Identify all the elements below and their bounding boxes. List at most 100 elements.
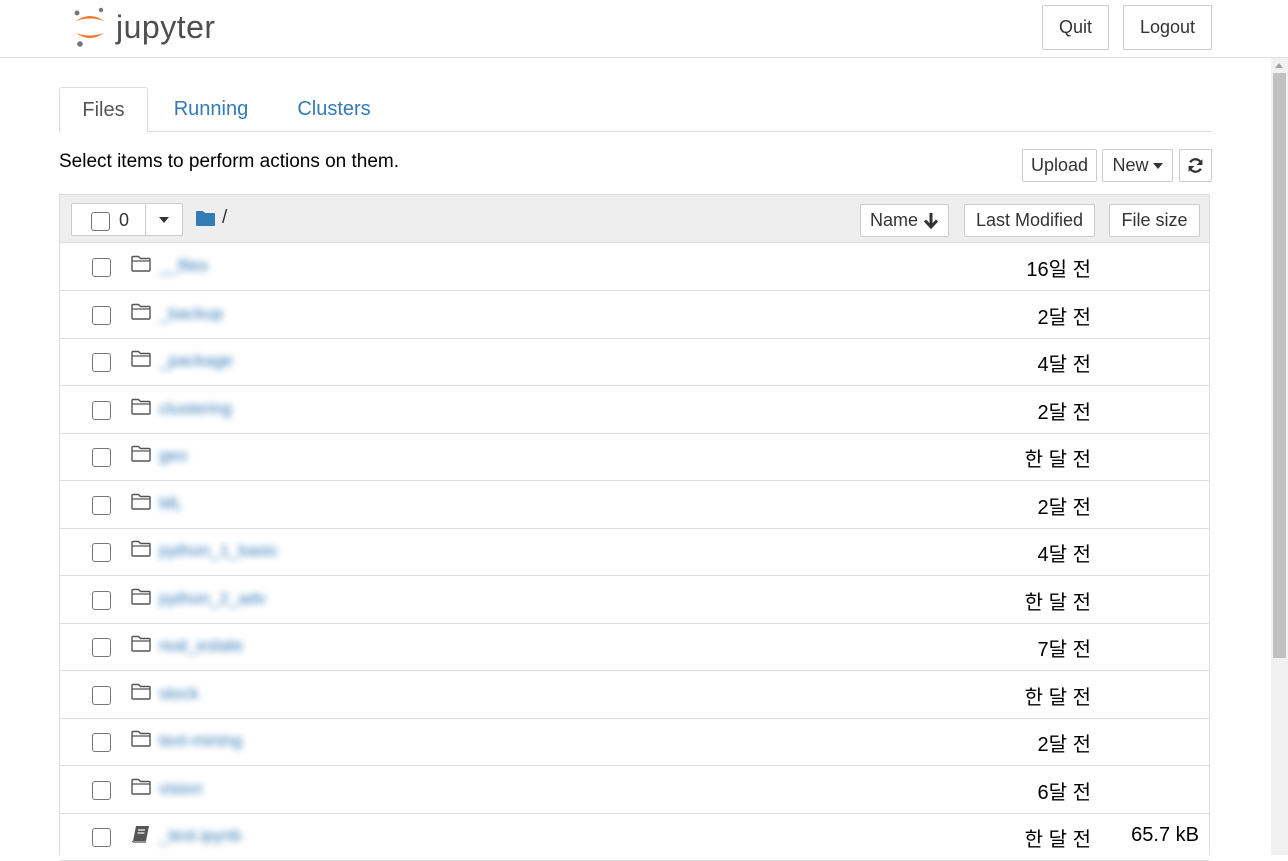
- row-checkbox[interactable]: [92, 828, 111, 847]
- vertical-scrollbar[interactable]: [1271, 58, 1288, 855]
- item-name-link[interactable]: clustering: [159, 399, 232, 419]
- list-item[interactable]: clustering 2달 전: [60, 386, 1209, 434]
- item-last-modified: 한 달 전: [1024, 829, 1091, 851]
- item-name-link[interactable]: geo: [159, 446, 187, 466]
- upload-button[interactable]: Upload: [1022, 149, 1097, 182]
- sort-name-label: Name: [869, 210, 918, 230]
- logout-button[interactable]: Logout: [1123, 5, 1212, 50]
- file-list: 0 / Name Last Modified File size __files…: [59, 194, 1210, 861]
- list-item[interactable]: python_1_basic 4달 전: [60, 528, 1209, 576]
- item-last-modified: 한 달 전: [1024, 449, 1091, 471]
- folder-icon: [131, 778, 151, 800]
- list-item[interactable]: geo 한 달 전: [60, 433, 1209, 481]
- new-button[interactable]: New: [1102, 149, 1173, 182]
- item-name-link[interactable]: python_1_basic: [159, 541, 278, 561]
- row-checkbox[interactable]: [92, 258, 111, 277]
- row-checkbox[interactable]: [92, 780, 111, 800]
- list-item[interactable]: stock 한 달 전: [60, 671, 1209, 719]
- item-name-link[interactable]: python_2_adv: [159, 589, 266, 609]
- tab-bar: Files Running Clusters: [59, 87, 1212, 133]
- selected-count: 0: [119, 210, 130, 230]
- tab-files[interactable]: Files: [59, 87, 148, 133]
- row-checkbox[interactable]: [92, 305, 111, 325]
- new-button-label: New: [1112, 155, 1149, 175]
- list-item[interactable]: _package 4달 전: [60, 338, 1209, 386]
- row-checkbox[interactable]: [92, 400, 111, 420]
- file-list-header: 0 / Name Last Modified File size: [60, 195, 1209, 243]
- refresh-button[interactable]: [1179, 149, 1212, 182]
- chevron-down-icon: [159, 217, 169, 223]
- row-checkbox[interactable]: [92, 733, 111, 752]
- folder-icon: [131, 540, 151, 562]
- item-name-link[interactable]: __files: [159, 256, 208, 276]
- sort-by-size-button[interactable]: File size: [1109, 204, 1200, 237]
- list-item[interactable]: vision 6달 전: [60, 766, 1209, 814]
- item-name-link[interactable]: text-mining: [159, 731, 242, 751]
- item-last-modified: 2달 전: [1037, 306, 1091, 329]
- list-item[interactable]: _backup 2달 전: [60, 291, 1209, 339]
- item-last-modified: 16일 전: [1026, 259, 1091, 281]
- tab-clusters[interactable]: Clusters: [285, 87, 383, 132]
- folder-icon: [131, 730, 151, 752]
- sort-by-modified-button[interactable]: Last Modified: [964, 204, 1095, 237]
- jupyter-logo[interactable]: jupyter: [72, 4, 216, 50]
- folder-icon: [131, 493, 151, 515]
- list-item[interactable]: __files 16일 전: [60, 243, 1209, 291]
- item-name-link[interactable]: stock: [159, 684, 199, 704]
- item-last-modified: 4달 전: [1037, 354, 1091, 376]
- item-name-link[interactable]: ML: [159, 494, 183, 514]
- item-last-modified: 7달 전: [1037, 639, 1091, 661]
- list-item[interactable]: real_estate 7달 전: [60, 623, 1209, 671]
- item-file-size: 65.7 kB: [1131, 824, 1199, 846]
- item-name-link[interactable]: vision: [159, 779, 202, 799]
- item-name-link[interactable]: _package: [159, 351, 233, 371]
- row-checkbox[interactable]: [92, 353, 111, 372]
- list-item[interactable]: _test.ipynb 한 달 전 65.7 kB: [60, 813, 1209, 861]
- refresh-icon: [1188, 158, 1203, 173]
- list-item[interactable]: python_2_adv 한 달 전: [60, 576, 1209, 624]
- jupyter-logo-icon: [74, 7, 104, 47]
- row-checkbox[interactable]: [92, 448, 111, 467]
- caret-down-icon: [1152, 162, 1163, 169]
- row-checkbox[interactable]: [92, 495, 111, 515]
- select-all-checkbox[interactable]: [91, 212, 110, 231]
- breadcrumb-root[interactable]: /: [222, 207, 227, 229]
- item-last-modified: 2달 전: [1037, 401, 1091, 424]
- item-name-link[interactable]: real_estate: [159, 636, 243, 656]
- tab-running[interactable]: Running: [163, 87, 259, 132]
- top-header: jupyter Quit Logout: [0, 0, 1288, 58]
- list-item[interactable]: text-mining 2달 전: [60, 718, 1209, 766]
- scroll-up-arrow-icon[interactable]: [1275, 63, 1283, 68]
- folder-icon: [131, 303, 151, 325]
- item-last-modified: 한 달 전: [1024, 686, 1091, 709]
- select-all-control: 0: [71, 203, 183, 236]
- row-checkbox[interactable]: [92, 638, 111, 657]
- item-last-modified: 한 달 전: [1024, 591, 1091, 614]
- folder-icon: [131, 255, 151, 277]
- breadcrumb: /: [196, 207, 227, 229]
- instructions-text: Select items to perform actions on them.: [59, 151, 400, 172]
- item-last-modified: 2달 전: [1037, 496, 1091, 519]
- folder-icon: [131, 588, 151, 610]
- row-checkbox[interactable]: [92, 543, 111, 562]
- scrollbar-thumb[interactable]: [1273, 73, 1286, 658]
- folder-icon: [131, 445, 151, 467]
- notebook-icon: [131, 825, 151, 848]
- folder-icon: [131, 398, 151, 420]
- row-checkbox[interactable]: [92, 685, 111, 705]
- folder-icon: [131, 635, 151, 657]
- item-name-link[interactable]: _test.ipynb: [159, 826, 241, 846]
- logo-text: jupyter: [116, 8, 216, 45]
- item-last-modified: 2달 전: [1037, 734, 1091, 756]
- item-last-modified: 6달 전: [1037, 781, 1091, 804]
- item-last-modified: 4달 전: [1037, 544, 1091, 566]
- folder-icon: [131, 350, 151, 372]
- row-checkbox[interactable]: [92, 590, 111, 610]
- sort-by-name-button[interactable]: Name: [860, 204, 949, 237]
- quit-button[interactable]: Quit: [1042, 5, 1109, 50]
- item-name-link[interactable]: _backup: [159, 304, 223, 324]
- arrow-down-icon: [923, 213, 939, 229]
- list-item[interactable]: ML 2달 전: [60, 481, 1209, 529]
- folder-icon: [131, 683, 151, 705]
- folder-icon[interactable]: [196, 210, 215, 226]
